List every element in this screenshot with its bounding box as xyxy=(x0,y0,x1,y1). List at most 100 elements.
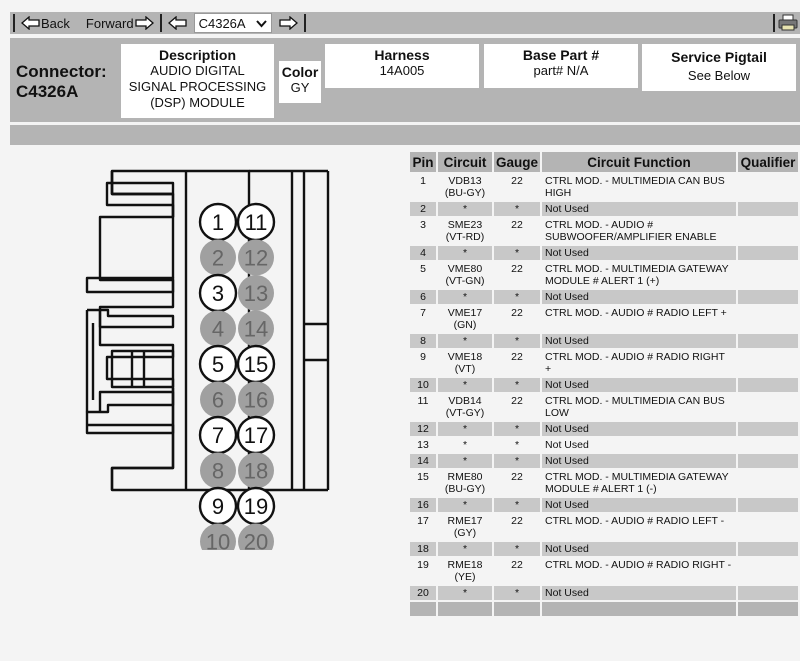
qualifier-cell xyxy=(738,334,798,348)
connector-pin: 5 xyxy=(198,344,238,384)
connector-title: Connector: C4326A xyxy=(16,62,107,102)
back-button[interactable]: Back xyxy=(18,16,73,31)
qualifier-cell xyxy=(738,558,798,584)
gauge-cell-value: * xyxy=(514,439,520,451)
circuit-cell: * xyxy=(438,586,492,600)
pin-cell-value: 9 xyxy=(420,351,426,363)
pin-number: 10 xyxy=(206,530,230,551)
circuit-cell-value: VME17 xyxy=(447,307,483,319)
circuit-cell-color: (BU-GY) xyxy=(444,483,486,495)
circuit-function-cell-value: CTRL MOD. - AUDIO # RADIO RIGHT - xyxy=(545,559,732,571)
gauge-cell-value: * xyxy=(514,247,520,259)
circuit-cell: VDB13 (BU-GY) xyxy=(438,174,492,200)
circuit-function-cell-value: CTRL MOD. - AUDIO # RADIO LEFT + xyxy=(545,307,727,319)
column-header-circuit: Circuit xyxy=(438,152,492,172)
connector-pin: 16 xyxy=(238,381,274,418)
circuit-function-cell: CTRL MOD. - AUDIO # RADIO RIGHT + xyxy=(542,350,736,376)
column-header-circuit-function: Circuit Function xyxy=(542,152,737,172)
gauge-cell: 22 xyxy=(494,514,540,540)
circuit-cell-value: * xyxy=(462,291,468,303)
previous-connector-button[interactable] xyxy=(165,16,191,30)
pin-cell: 7 xyxy=(410,306,436,332)
pin-cell: 9 xyxy=(410,350,436,376)
pin-number: 13 xyxy=(244,281,268,306)
arrow-right-icon xyxy=(134,16,154,30)
description-line: (DSP) MODULE xyxy=(150,95,245,110)
pin-number: 14 xyxy=(244,317,268,342)
table-row: 14 * * Not Used xyxy=(410,454,798,468)
circuit-function-cell: CTRL MOD. - MULTIMEDIA GATEWAY MODULE # … xyxy=(542,262,736,288)
circuit-function-cell: Not Used xyxy=(542,454,737,468)
gauge-cell: 22 xyxy=(494,306,540,332)
connector-pin: 15 xyxy=(236,344,276,384)
pin-number: 4 xyxy=(212,317,224,342)
pin-cell-value: 17 xyxy=(417,515,429,527)
toolbar-separator xyxy=(13,14,15,32)
chevron-down-icon xyxy=(255,16,267,31)
connector-id: C4326A xyxy=(16,82,79,101)
gauge-cell-value: * xyxy=(514,587,520,599)
circuit-function-cell-value: CTRL MOD. - MULTIMEDIA CAN BUS LOW xyxy=(545,395,725,419)
gauge-cell-value: 22 xyxy=(511,219,523,231)
qualifier-cell xyxy=(738,498,798,512)
pin-cell: 11 xyxy=(410,394,436,420)
connector-select[interactable]: C4326A xyxy=(193,13,272,33)
pin-cell: 12 xyxy=(410,422,436,436)
connector-pin: 1 xyxy=(198,202,238,242)
pin-number: 15 xyxy=(244,352,268,377)
next-connector-button[interactable] xyxy=(275,16,301,30)
connector-pin: 17 xyxy=(236,415,276,455)
pin-cell: 15 xyxy=(410,470,436,496)
forward-label: Forward xyxy=(85,15,134,31)
color-box: Color GY xyxy=(279,61,321,103)
service-pigtail-value[interactable]: See Below xyxy=(642,68,796,84)
circuit-cell: * xyxy=(438,542,492,556)
circuit-function-cell-value: CTRL MOD. - MULTIMEDIA CAN BUS HIGH xyxy=(545,175,725,199)
qualifier-cell xyxy=(738,422,798,436)
connector-pin: 11 xyxy=(236,202,276,242)
table-row: 4 * * Not Used xyxy=(410,246,798,260)
connector-face-diagram: 1 11 2 12 3 13 4 14 5 15 6 16 7 17 8 18 9 19 10 20 xyxy=(80,150,340,560)
circuit-function-cell: CTRL MOD. - AUDIO # SUBWOOFER/AMPLIFIER … xyxy=(542,218,736,244)
print-icon[interactable] xyxy=(778,14,798,32)
connector-pin: 20 xyxy=(238,523,274,560)
circuit-function-cell: CTRL MOD. - AUDIO # RADIO LEFT + xyxy=(542,306,736,332)
arrow-left-icon xyxy=(167,16,188,30)
circuit-cell-value: * xyxy=(462,335,468,347)
gauge-cell-value: 22 xyxy=(511,471,523,483)
color-heading: Color xyxy=(281,64,319,80)
circuit-function-cell-value: Not Used xyxy=(545,439,589,451)
circuit-function-cell-value: Not Used xyxy=(545,379,589,391)
qualifier-cell xyxy=(738,454,798,468)
qualifier-cell xyxy=(738,514,798,540)
gauge-cell: 22 xyxy=(494,262,540,288)
circuit-function-cell: CTRL MOD. - AUDIO # RADIO RIGHT - xyxy=(542,558,736,584)
pin-cell: 14 xyxy=(410,454,436,468)
table-row: 7 VME17 (GN) 22 CTRL MOD. - AUDIO # RADIO LE… xyxy=(410,306,798,332)
pin-cell: 2 xyxy=(410,202,436,216)
connector-pin: 6 xyxy=(200,381,236,418)
pin-number: 16 xyxy=(244,388,268,413)
circuit-cell: * xyxy=(438,290,492,304)
circuit-function-cell: Not Used xyxy=(542,378,737,392)
pin-cell-value: 10 xyxy=(417,379,429,391)
circuit-function-cell: Not Used xyxy=(542,246,737,260)
circuit-cell: * xyxy=(438,498,492,512)
circuit-cell-color: (VT-RD) xyxy=(445,231,485,243)
pin-cell-value: 7 xyxy=(420,307,426,319)
circuit-function-cell: Not Used xyxy=(542,334,737,348)
qualifier-cell xyxy=(738,438,798,452)
forward-button[interactable]: Forward xyxy=(83,16,157,31)
pin-number: 8 xyxy=(212,459,224,484)
pin-number: 19 xyxy=(244,494,268,519)
footer-cell xyxy=(438,602,492,616)
harness-heading: Harness xyxy=(374,47,430,63)
gauge-cell: 22 xyxy=(494,394,540,420)
table-row: 3 SME23 (VT-RD) 22 CTRL MOD. - AUDIO # SUBWO… xyxy=(410,218,798,244)
circuit-function-cell-value: Not Used xyxy=(545,423,589,435)
circuit-cell: * xyxy=(438,378,492,392)
pin-cell-value: 4 xyxy=(420,247,426,259)
circuit-cell-value: RME18 xyxy=(447,559,483,571)
circuit-function-cell-value: Not Used xyxy=(545,543,589,555)
circuit-function-cell: CTRL MOD. - MULTIMEDIA CAN BUS LOW xyxy=(542,394,736,420)
